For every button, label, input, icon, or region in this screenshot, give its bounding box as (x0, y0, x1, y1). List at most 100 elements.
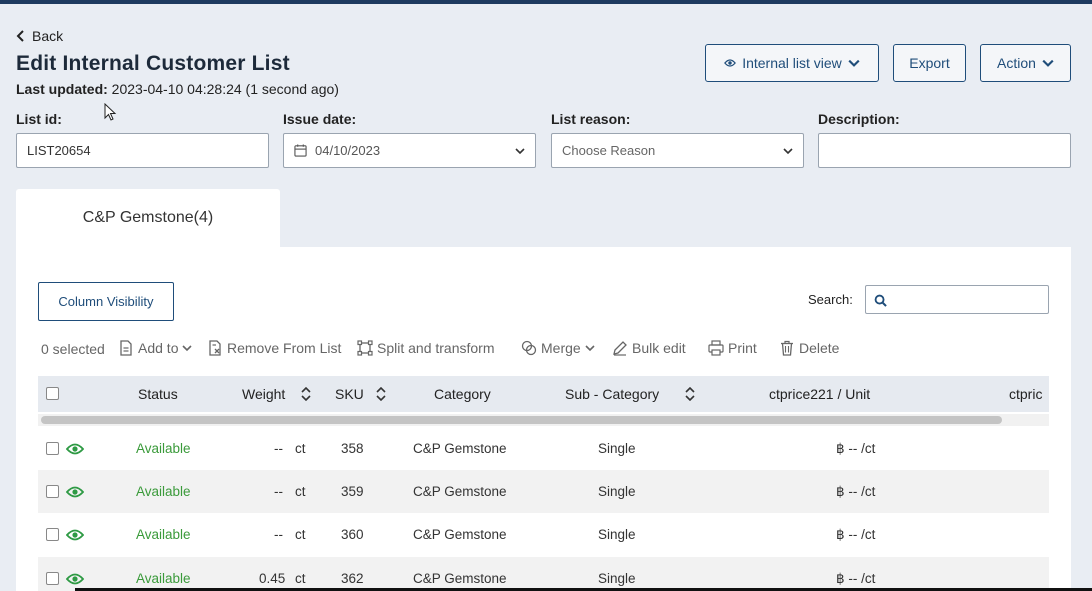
bulk-edit-button[interactable]: Bulk edit (612, 340, 686, 356)
sort-icon (301, 387, 311, 401)
row-weight-unit: ct (295, 484, 306, 499)
list-id-field[interactable]: LIST20654 (16, 133, 269, 168)
export-label: Export (909, 55, 950, 71)
tab-label: C&P Gemstone(4) (82, 209, 214, 226)
print-icon (708, 340, 724, 356)
column-header-ctprice-truncated[interactable]: ctpric (1009, 386, 1049, 402)
row-category: C&P Gemstone (413, 484, 507, 499)
page-title: Edit Internal Customer List (16, 52, 290, 75)
row-price: ฿ -- /ct (836, 527, 876, 542)
list-reason-select[interactable]: Choose Reason (551, 133, 804, 168)
merge-label: Merge (541, 340, 581, 356)
remove-doc-icon (209, 340, 221, 356)
row-weight: -- (274, 484, 283, 499)
eye-icon[interactable] (66, 529, 84, 541)
column-header-category[interactable]: Category (434, 386, 491, 402)
row-sku: 358 (341, 441, 364, 456)
column-visibility-button[interactable]: Column Visibility (38, 282, 174, 321)
action-dropdown[interactable]: Action (980, 44, 1071, 82)
back-label: Back (32, 28, 64, 44)
row-checkbox[interactable] (46, 572, 59, 585)
selected-count: 0 selected (41, 341, 105, 357)
column-label: ctprice221 / Unit (769, 386, 871, 402)
remove-from-list-label: Remove From List (227, 340, 342, 356)
add-to-dropdown[interactable]: Add to (118, 340, 193, 356)
back-link[interactable]: Back (16, 28, 63, 44)
action-label: Action (997, 55, 1036, 71)
calendar-icon (294, 144, 307, 157)
chevron-down-icon (585, 345, 595, 352)
tab-cp-gemstone[interactable]: C&P Gemstone(4) (16, 189, 280, 247)
select-all-checkbox[interactable] (46, 387, 59, 400)
issue-date-value: 04/10/2023 (315, 143, 381, 158)
add-doc-icon (120, 340, 132, 356)
last-updated-label: Last updated: (16, 81, 108, 97)
delete-button[interactable]: Delete (779, 340, 839, 356)
column-label: ctpric (1009, 386, 1043, 402)
chevron-left-icon (16, 30, 24, 42)
add-to-label: Add to (138, 340, 179, 356)
row-sub-category: Single (598, 484, 636, 499)
merge-dropdown[interactable]: Merge (521, 340, 595, 356)
row-sub-category: Single (598, 441, 636, 456)
mouse-cursor-icon (104, 103, 117, 121)
column-label: Category (434, 386, 491, 402)
search-input[interactable] (865, 285, 1049, 314)
split-transform-button[interactable]: Split and transform (357, 340, 495, 356)
bulk-edit-label: Bulk edit (632, 340, 686, 356)
column-header-sku[interactable]: SKU (335, 386, 386, 402)
chevron-down-icon (848, 59, 860, 67)
column-label: Status (138, 386, 178, 402)
sort-icon (685, 387, 695, 401)
row-category: C&P Gemstone (413, 527, 507, 542)
row-sku: 359 (341, 484, 364, 499)
description-field[interactable] (818, 133, 1071, 168)
print-button[interactable]: Print (708, 340, 757, 356)
row-status: Available (136, 484, 191, 499)
row-price: ฿ -- /ct (836, 484, 876, 499)
scrollbar-thumb[interactable] (41, 416, 1002, 424)
split-transform-label: Split and transform (377, 340, 495, 356)
edit-icon (613, 341, 627, 356)
last-updated-value: 2023-04-10 04:28:24 (1 second ago) (107, 81, 339, 97)
row-price: ฿ -- /ct (836, 571, 876, 586)
row-category: C&P Gemstone (413, 571, 507, 586)
column-label: Sub - Category (565, 386, 660, 402)
chevron-down-icon (1042, 59, 1054, 67)
column-label: SKU (335, 386, 364, 402)
issue-date-field[interactable]: 04/10/2023 (283, 133, 536, 168)
remove-from-list-button[interactable]: Remove From List (207, 340, 341, 356)
top-accent-bar (0, 0, 1092, 4)
eye-icon[interactable] (66, 573, 84, 585)
eye-icon[interactable] (66, 443, 84, 455)
issue-date-label: Issue date: (283, 111, 357, 127)
row-weight-unit: ct (295, 571, 306, 586)
column-header-weight[interactable]: Weight (242, 386, 311, 402)
list-reason-label: List reason: (551, 111, 631, 127)
list-reason-placeholder: Choose Reason (562, 143, 656, 158)
view-label: Internal list view (742, 55, 842, 71)
export-button[interactable]: Export (893, 44, 966, 82)
row-sub-category: Single (598, 571, 636, 586)
last-updated: Last updated: 2023-04-10 04:28:24 (1 sec… (16, 81, 339, 97)
column-header-ctprice221[interactable]: ctprice221 / Unit (769, 386, 870, 402)
row-sku: 360 (341, 527, 364, 542)
row-weight-unit: ct (295, 527, 306, 542)
column-header-status[interactable]: Status (138, 386, 178, 402)
row-weight-unit: ct (295, 441, 306, 456)
print-label: Print (728, 340, 757, 356)
eye-icon[interactable] (66, 486, 84, 498)
trash-icon (781, 340, 793, 356)
row-status: Available (136, 527, 191, 542)
row-sku: 362 (341, 571, 364, 586)
list-id-value: LIST20654 (27, 143, 91, 158)
row-checkbox[interactable] (46, 485, 59, 498)
row-checkbox[interactable] (46, 442, 59, 455)
delete-label: Delete (799, 340, 840, 356)
internal-list-view-dropdown[interactable]: Internal list view (705, 44, 879, 82)
eye-icon (724, 59, 737, 67)
row-status: Available (136, 571, 191, 586)
row-checkbox[interactable] (46, 528, 59, 541)
column-header-sub-category[interactable]: Sub - Category (565, 386, 695, 402)
description-label: Description: (818, 111, 900, 127)
